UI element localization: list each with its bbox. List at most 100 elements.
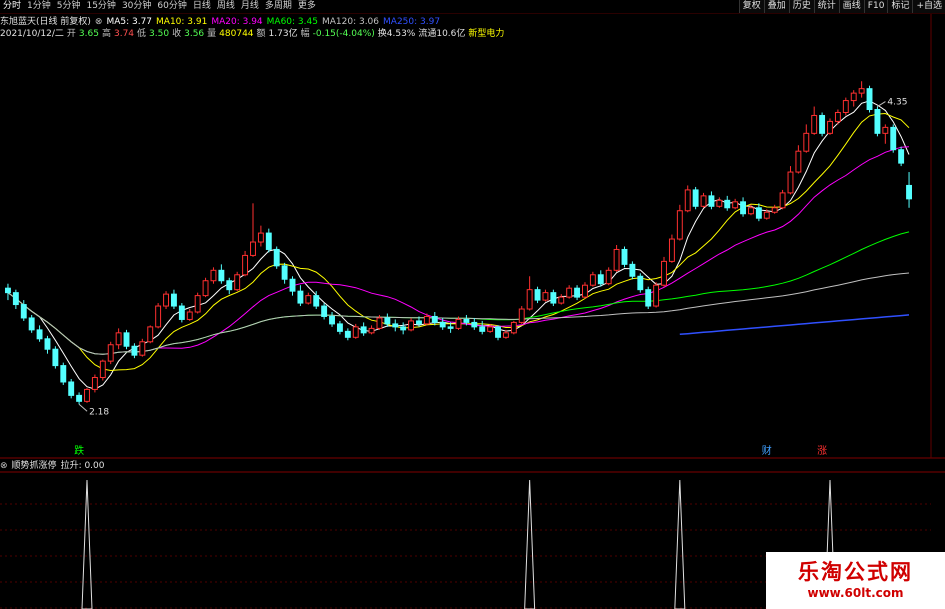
- candle-body: [178, 305, 185, 320]
- candle-body: [289, 278, 296, 292]
- candle-body: [732, 201, 739, 209]
- settings-icon[interactable]: ⊗: [95, 16, 103, 28]
- candle-body: [716, 199, 723, 207]
- period-tab-1[interactable]: 1分钟: [24, 0, 54, 13]
- candle-body: [218, 269, 225, 282]
- candle-body: [566, 287, 573, 298]
- candle-body: [597, 274, 604, 285]
- event-marker: 涨: [817, 445, 827, 457]
- period-tab-2[interactable]: 5分钟: [54, 0, 84, 13]
- candle-body: [589, 274, 596, 286]
- period-tab-3[interactable]: 15分钟: [83, 0, 118, 13]
- tool-button-4[interactable]: 画线: [838, 0, 864, 13]
- candle-body: [487, 326, 494, 332]
- concept-label[interactable]: 新型电力: [468, 28, 504, 40]
- candle-body: [763, 211, 770, 219]
- candle-body: [510, 321, 517, 334]
- candle-body: [906, 184, 912, 200]
- candle-body: [170, 293, 177, 307]
- candle-body: [202, 280, 209, 297]
- candle-body: [60, 365, 67, 383]
- period-tab-0[interactable]: 分时: [0, 0, 24, 13]
- candle-body: [866, 88, 873, 111]
- candle-body: [226, 280, 233, 291]
- candle-body: [676, 210, 683, 240]
- candle-body: [344, 330, 351, 338]
- candle-body: [115, 332, 122, 346]
- tool-button-0[interactable]: 复权: [738, 0, 764, 13]
- candle-body: [637, 275, 644, 291]
- candle-body: [91, 377, 98, 390]
- candle-body: [819, 114, 826, 134]
- tool-button-5[interactable]: F10: [863, 0, 888, 13]
- candle-body: [431, 315, 438, 323]
- right-tool-buttons: 复权 叠加 历史 统计 画线 F10 标记 +自选: [738, 0, 945, 13]
- candle-body: [44, 338, 51, 350]
- bar-date: 2021/10/12/二: [0, 29, 64, 39]
- change-value: -0.15(-4.04%): [312, 29, 375, 39]
- candle-body: [273, 248, 280, 267]
- tool-button-1[interactable]: 叠加: [763, 0, 789, 13]
- ma120-value: MA120: 3.06: [321, 17, 380, 27]
- tool-button-7[interactable]: +自选: [912, 0, 945, 13]
- candle-body: [12, 292, 19, 306]
- period-tab-10[interactable]: 更多: [295, 0, 319, 13]
- candle-body: [550, 292, 557, 304]
- candle-body: [281, 265, 288, 280]
- kline-chart[interactable]: 2.18 4.35 跌 财 涨: [0, 14, 945, 609]
- candle-body: [242, 254, 249, 276]
- stock-name[interactable]: 东旭蓝天(日线 前复权): [0, 16, 91, 28]
- turnover-value: 换4.53%: [377, 29, 416, 39]
- candle-body: [645, 289, 652, 307]
- candle-body: [321, 305, 328, 317]
- candle-body: [423, 315, 430, 325]
- price-annotation: 4.35: [887, 98, 907, 108]
- period-tab-5[interactable]: 60分钟: [154, 0, 189, 13]
- candle-body: [605, 269, 612, 285]
- tool-button-3[interactable]: 统计: [813, 0, 839, 13]
- ma250-value: MA250: 3.97: [383, 17, 441, 27]
- candle-body: [748, 207, 754, 215]
- candle-body: [708, 195, 715, 207]
- candle-body: [629, 263, 636, 277]
- candle-body: [542, 292, 549, 301]
- candle-body: [495, 326, 501, 338]
- candle-body: [147, 326, 154, 343]
- price-annotation: 2.18: [89, 407, 109, 417]
- close-value: 3.56: [184, 29, 205, 39]
- indicator-value: 拉升: 0.00: [60, 461, 105, 471]
- candle-body: [384, 317, 391, 325]
- candle-body: [447, 326, 454, 329]
- indicator-name[interactable]: 顺势抓涨停: [12, 460, 57, 472]
- candle-body: [155, 305, 162, 328]
- candle-body: [36, 329, 43, 340]
- indicator-settings-icon[interactable]: ⊗: [0, 460, 8, 472]
- ma60-value: MA60: 3.45: [266, 17, 318, 27]
- period-tab-9[interactable]: 多周期: [262, 0, 295, 13]
- amount-value: 1.73亿: [268, 29, 298, 39]
- period-tab-7[interactable]: 周线: [214, 0, 238, 13]
- candle-body: [376, 317, 383, 329]
- indicator-info-bar: ⊗ 顺势抓涨停 拉升: 0.00: [0, 460, 105, 472]
- candle-body: [250, 241, 256, 256]
- candle-body: [613, 248, 620, 271]
- candle-body: [668, 238, 675, 262]
- candle-body: [400, 326, 407, 331]
- tool-button-2[interactable]: 历史: [788, 0, 814, 13]
- candle-body: [724, 199, 731, 209]
- tool-button-6[interactable]: 标记: [887, 0, 913, 13]
- candle-body: [210, 269, 217, 282]
- period-tab-4[interactable]: 30分钟: [119, 0, 154, 13]
- candle-body: [234, 274, 241, 291]
- candle-body: [329, 315, 335, 325]
- candle-body: [803, 132, 810, 152]
- period-tab-6[interactable]: 日线: [190, 0, 214, 13]
- candle-body: [186, 311, 193, 320]
- watermark-url: www.60lt.com: [807, 586, 904, 600]
- candle-body: [882, 126, 889, 134]
- candle-body: [890, 126, 897, 151]
- ma10-value: MA10: 3.91: [156, 17, 208, 27]
- open-label: 开: [66, 29, 76, 39]
- candle-body: [131, 345, 138, 356]
- period-tab-8[interactable]: 月线: [238, 0, 262, 13]
